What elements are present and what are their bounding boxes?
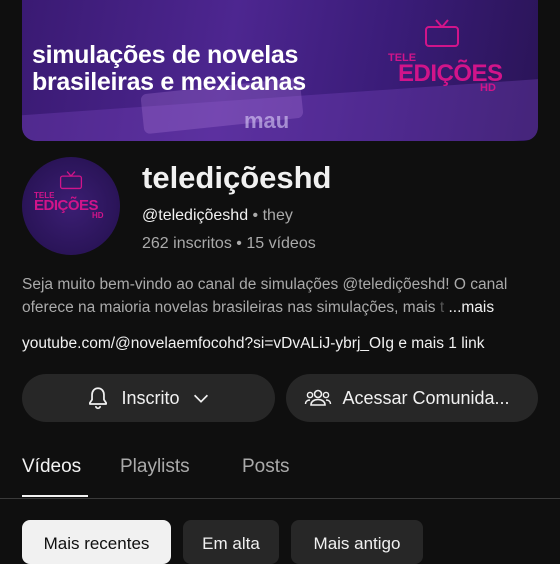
tv-icon bbox=[59, 171, 83, 190]
channel-name: telediçõeshd bbox=[142, 160, 332, 195]
tv-icon bbox=[425, 19, 459, 47]
banner-headline: simulações de novelas brasileiras e mexi… bbox=[32, 42, 306, 96]
community-button[interactable]: Acessar Comunida... bbox=[286, 374, 538, 422]
logo-hd-text: HD bbox=[92, 211, 104, 220]
active-tab-indicator bbox=[22, 495, 88, 497]
subscribed-label: Inscrito bbox=[121, 387, 180, 408]
logo-hd-text: HD bbox=[480, 82, 496, 94]
banner-headline-line2: brasileiras e mexicanas bbox=[32, 68, 306, 96]
people-icon bbox=[305, 389, 332, 406]
tab-videos[interactable]: Vídeos bbox=[22, 456, 81, 478]
description-truncated-char: t bbox=[439, 299, 445, 316]
channel-handle-row: @telediçõeshd • they bbox=[142, 207, 293, 225]
description-line: Seja muito bem-vindo ao canal de simulaç… bbox=[22, 276, 508, 293]
separator-dot: • bbox=[236, 235, 242, 252]
separator-dot: • bbox=[252, 207, 259, 224]
chip-oldest[interactable]: Mais antigo bbox=[291, 520, 423, 564]
chip-most-recent[interactable]: Mais recentes bbox=[22, 520, 171, 564]
channel-pronouns: they bbox=[262, 207, 293, 224]
subscriber-count: 262 inscritos bbox=[142, 235, 232, 252]
channel-link[interactable]: youtube.com/@novelaemfocohd?si=vDvALiJ-y… bbox=[22, 335, 394, 352]
tab-posts[interactable]: Posts bbox=[242, 456, 290, 478]
tab-playlists[interactable]: Playlists bbox=[120, 456, 190, 478]
channel-stats: 262 inscritos • 15 vídeos bbox=[142, 235, 316, 253]
description-line2-text: oferece na maioria novelas brasileiras n… bbox=[22, 299, 436, 316]
video-count: 15 vídeos bbox=[246, 235, 316, 252]
channel-handle: @telediçõeshd bbox=[142, 207, 249, 224]
banner-headline-line1: simulações de novelas bbox=[32, 41, 299, 69]
bell-icon bbox=[89, 387, 108, 410]
description-more-link[interactable]: ...mais bbox=[448, 299, 494, 316]
channel-avatar[interactable]: TELE EDIÇÕES HD bbox=[22, 157, 120, 255]
channel-banner: mau simulações de novelas brasileiras e … bbox=[22, 0, 538, 141]
more-links[interactable]: e mais 1 link bbox=[398, 335, 484, 352]
description-line: oferece na maioria novelas brasileiras n… bbox=[22, 296, 542, 319]
subscribed-button[interactable]: Inscrito bbox=[22, 374, 275, 422]
chip-trending[interactable]: Em alta bbox=[183, 520, 279, 564]
channel-description[interactable]: Seja muito bem-vindo ao canal de simulaç… bbox=[22, 273, 542, 319]
community-label: Acessar Comunida... bbox=[342, 387, 510, 408]
channel-tabs: Vídeos Playlists Posts bbox=[0, 446, 560, 499]
channel-links: youtube.com/@novelaemfocohd?si=vDvALiJ-y… bbox=[22, 335, 484, 353]
logo-edicoes-text: EDIÇÕES bbox=[34, 197, 99, 214]
chevron-down-icon bbox=[193, 394, 208, 403]
banner-bg-text: mau bbox=[244, 108, 290, 133]
banner-logo: TELE EDIÇÕES HD bbox=[388, 16, 508, 106]
